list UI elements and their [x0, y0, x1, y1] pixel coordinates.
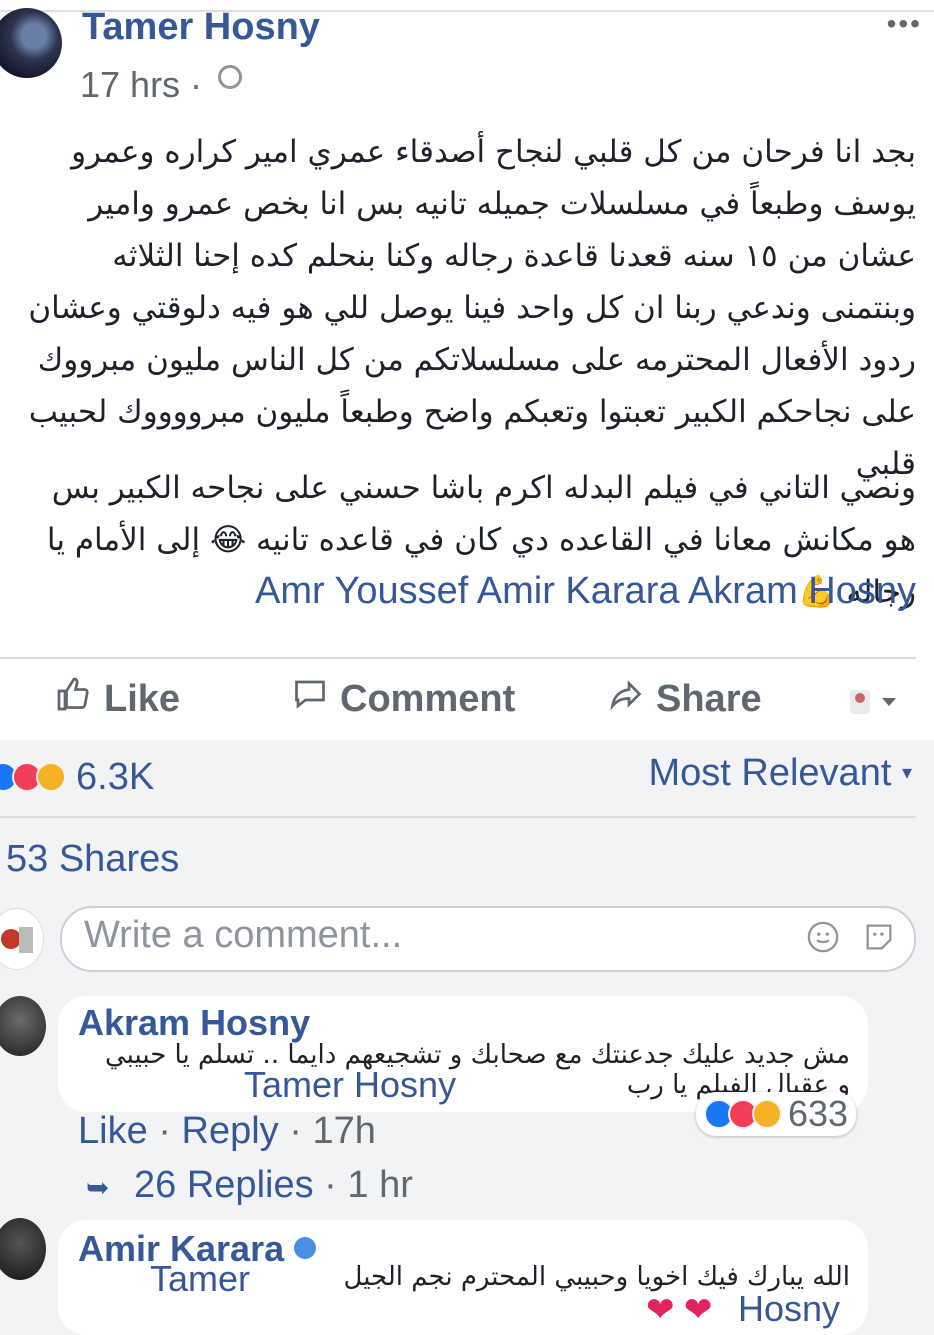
share-button[interactable]: Share	[608, 672, 762, 726]
like-button[interactable]: Like	[56, 672, 180, 726]
meta-separator: ·	[289, 1110, 313, 1152]
emoji-icon[interactable]	[806, 920, 840, 954]
reply-arrow-icon: ➥	[86, 1172, 110, 1203]
meta-separator: ·	[324, 1164, 348, 1206]
audience-selector[interactable]	[846, 684, 906, 718]
meta-separator: ·	[158, 1110, 182, 1152]
share-label: Share	[656, 677, 762, 720]
mentioned-user-link[interactable]: Hosny	[738, 1288, 840, 1330]
comment-label: Comment	[340, 677, 516, 720]
sort-comments-dropdown[interactable]: Most Relevant ▾	[649, 752, 913, 795]
like-label: Like	[104, 677, 181, 720]
haha-reaction-icon	[36, 762, 66, 792]
view-replies-link[interactable]: ➥ 26 Replies · 1 hr	[86, 1164, 413, 1207]
tagged-people[interactable]: Amr Youssef Amir Karara Akram Hosny	[16, 570, 916, 613]
reactions-summary[interactable]: 6.3K	[0, 750, 154, 804]
mentioned-user-link[interactable]: Tamer	[150, 1258, 250, 1300]
mentioned-user-link[interactable]: Tamer Hosny	[244, 1064, 456, 1106]
comment-time[interactable]: 17h	[312, 1110, 375, 1152]
post-author-name[interactable]: Tamer Hosny	[82, 6, 320, 49]
comment-button[interactable]: Comment	[292, 672, 515, 726]
reactions-count: 6.3K	[76, 755, 155, 798]
post-timestamp[interactable]: 17 hrs ·	[80, 64, 243, 106]
caret-down-icon: ▾	[901, 762, 912, 784]
shares-count[interactable]: 53 Shares	[6, 838, 179, 881]
sort-label: Most Relevant	[648, 752, 892, 794]
commenter-name[interactable]: Akram Hosny	[78, 1002, 310, 1044]
share-arrow-icon	[608, 676, 644, 722]
comment-reactions[interactable]: 633	[696, 1092, 857, 1136]
post-paragraph-1: بجد انا فرحان من كل قلبي لنجاح أصدقاء عم…	[28, 134, 916, 482]
sticker-icon[interactable]	[862, 920, 896, 954]
comment-reaction-count: 633	[788, 1093, 849, 1134]
comment-like-link[interactable]: Like	[78, 1110, 148, 1152]
heart-emoji-icon: ❤ ❤	[646, 1291, 713, 1329]
replies-count: 26 Replies	[134, 1164, 314, 1206]
thumbs-up-icon	[56, 676, 92, 722]
comment-reply-link[interactable]: Reply	[182, 1110, 279, 1152]
comment-text: مش جديد عليك جدعنتك مع صحابك و تشجيعهم د…	[104, 1040, 850, 1100]
comment-meta: Like · Reply · 17h	[78, 1110, 376, 1153]
verified-badge-icon	[294, 1237, 317, 1259]
profile-mini-icon	[850, 690, 896, 714]
comment-icon	[292, 676, 328, 722]
shares-divider	[0, 816, 916, 818]
replies-time: 1 hr	[347, 1164, 413, 1206]
post-time-text: 17 hrs ·	[80, 64, 213, 105]
actions-divider	[0, 657, 916, 659]
author-avatar[interactable]	[0, 8, 62, 78]
sad-reaction-icon	[752, 1099, 782, 1129]
globe-icon	[218, 65, 243, 89]
more-options-icon[interactable]: •••	[887, 8, 922, 40]
comment-placeholder: Write a comment...	[84, 914, 403, 956]
